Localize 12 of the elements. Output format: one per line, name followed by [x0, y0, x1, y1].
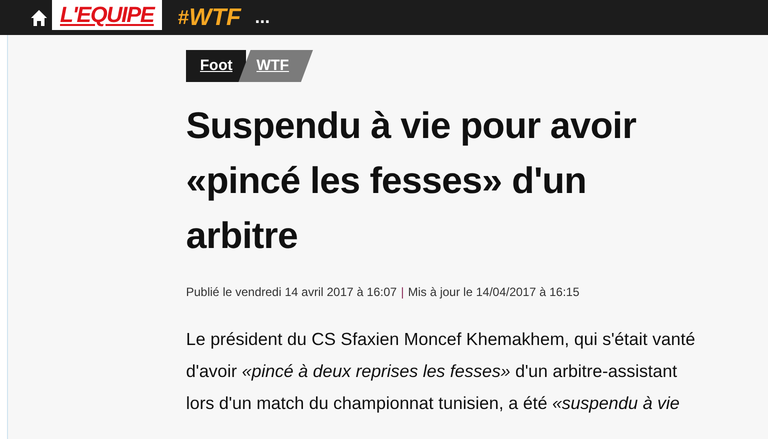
- article-paragraph: Le président du CS Sfaxien Moncef Khemakhem, qui s'était vanté d'avoir «pincé à deux reprises les fesses» d'un arbitre-assistant lors d'un match du championnat tunisien, a été «suspendu à vie: [186, 328, 696, 415]
- hash-symbol: #: [178, 6, 189, 30]
- category-tag[interactable]: WTF: [238, 50, 313, 82]
- article-title: Suspendu à vie pour avoir «pincé les fesses» d'un arbitre: [186, 104, 638, 258]
- updated-date: Mis à jour le 14/04/2017 à 16:15: [408, 284, 580, 301]
- published-date: Publié le vendredi 14 avril 2017 à 16:07: [186, 284, 397, 301]
- home-icon[interactable]: [30, 8, 48, 26]
- section-title[interactable]: WTF: [188, 0, 241, 36]
- more-menu[interactable]: ...: [254, 4, 270, 31]
- meta-separator: |: [400, 284, 404, 301]
- logo[interactable]: L'EQUIPE: [52, 0, 162, 30]
- category-tag[interactable]: Foot: [186, 50, 246, 82]
